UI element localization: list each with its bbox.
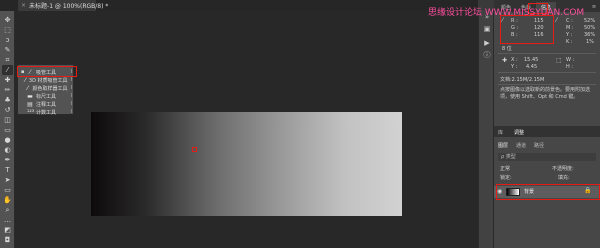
healing-brush-tool-icon[interactable]: ✚ (2, 75, 13, 85)
edit-toolbar-icon[interactable]: … (2, 215, 13, 225)
info-y-coord-value: 4.45 (526, 64, 538, 70)
color-sample-marker (192, 147, 197, 152)
clone-stamp-tool-icon[interactable]: ♣ (2, 95, 13, 105)
flyout-shortcut: I (70, 77, 72, 83)
flyout-item-label: 3D 材质吸管工具 (28, 77, 68, 84)
opacity-label: 不透明度: (552, 166, 574, 172)
info-panel-icon[interactable]: ⓘ (482, 51, 492, 60)
info-y-value: 36% (584, 32, 596, 38)
type-tool-icon[interactable]: T (2, 165, 13, 175)
tab-adjustments[interactable]: 调整 (514, 127, 524, 137)
info-w-label: W : (566, 57, 575, 63)
dodge-tool-icon[interactable]: ◐ (2, 145, 13, 155)
tab-channels[interactable]: 通道 (516, 140, 526, 150)
path-select-tool-icon[interactable]: ➤ (2, 175, 13, 185)
document-tab-title: 未标题-1 @ 100%(RGB/8) * (29, 3, 109, 10)
tab-paths[interactable]: 路径 (534, 140, 544, 150)
gradient-canvas[interactable] (91, 112, 402, 216)
crop-tool-icon[interactable]: ⌗ (2, 55, 13, 65)
eyedropper-highlight-box (17, 66, 77, 77)
color-swatch-icon[interactable]: ◩ (2, 225, 13, 235)
flyout-item[interactable]: ▤ 注释工具 I (18, 100, 74, 108)
properties-panel-icon[interactable]: ▶ (482, 39, 492, 48)
layer-panel-tabs: 图层 通道 路径 (494, 140, 600, 150)
tools-toolbar: ✥ ⬚ ↄ ✎ ⌗ ⁄ ✚ ✏ ♣ ↺ ◫ ▭ ● ◐ ✒ T ➤ ▭ ✋ ⌕… ◩ ◘ (0, 11, 15, 248)
info-y-coord-label: Y : (511, 64, 518, 70)
flyout-item[interactable]: ¹²³ 计数工具 I (18, 108, 74, 116)
info-x-value: 15.45 (524, 57, 539, 63)
tool-hint-text: 点按图像以选取新的前景色。要用附加选项，使用 Shift、Opt 和 Cmd 键… (500, 87, 591, 100)
site-watermark: 思缘设计论坛 WWW.MISSYUAN.COM (428, 8, 585, 18)
flyout-tool-icon: ▬ (27, 92, 33, 100)
flyout-shortcut: I (70, 101, 72, 107)
info-k-value: 1% (586, 39, 594, 45)
flyout-tool-icon: ⁄ (27, 84, 29, 92)
lasso-tool-icon[interactable]: ↄ (2, 35, 13, 45)
info-k-label: K : (566, 39, 573, 45)
layer-filter-label[interactable]: ρ 类型 (501, 153, 516, 161)
library-tabs: 库 调整 (494, 126, 600, 137)
quick-mask-icon[interactable]: ◘ (2, 235, 13, 245)
selection-size-icon: ⬚ (556, 57, 562, 64)
flyout-tool-icon: ⁄ (24, 76, 26, 84)
shape-tool-icon[interactable]: ▭ (2, 185, 13, 195)
zoom-tool-icon[interactable]: ⌕ (2, 205, 13, 215)
pen-tool-icon[interactable]: ✒ (2, 155, 13, 165)
blur-tool-icon[interactable]: ● (2, 135, 13, 145)
cmyk-eyedropper-icon: ⁄ (556, 17, 558, 24)
brush-tool-icon[interactable]: ✏ (2, 85, 13, 95)
fill-label: 填充: (558, 175, 570, 181)
doc-size-readout: 文档:2.15M/2.15M (500, 77, 545, 83)
flyout-item[interactable]: ⁄ 颜色取样器工具 I (18, 84, 74, 92)
move-tool-icon[interactable]: ✥ (2, 15, 13, 25)
info-y-label: Y : (566, 32, 573, 38)
info-m-value: 50% (584, 25, 596, 31)
rgb-readout-highlight (500, 15, 554, 44)
collapsed-panel-strip: » ▣ ▶ ⓘ (478, 11, 494, 248)
document-tab-bar: × 未标题-1 @ 100%(RGB/8) * (0, 0, 478, 11)
info-c-label: C : (566, 18, 573, 24)
flyout-item-label: 计数工具 (36, 109, 57, 116)
info-m-label: M : (566, 25, 574, 31)
blend-mode-select[interactable]: 正常 (500, 165, 510, 172)
crosshair-icon: ✚ (502, 57, 508, 64)
panel-menu-icon[interactable]: ≡ (590, 2, 598, 12)
gradient-tool-icon[interactable]: ▭ (2, 125, 13, 135)
tab-layers[interactable]: 图层 (498, 140, 508, 150)
info-divider (498, 53, 596, 54)
info-h-label: H : (566, 64, 574, 70)
info-bit-depth: 8 位 (502, 46, 512, 52)
flyout-shortcut: I (70, 93, 72, 99)
info-c-value: 52% (584, 18, 596, 24)
flyout-tool-icon: ¹²³ (27, 108, 35, 116)
marquee-tool-icon[interactable]: ⬚ (2, 25, 13, 35)
hand-tool-icon[interactable]: ✋ (2, 195, 13, 205)
flyout-item[interactable]: ▬ 标尺工具 I (18, 92, 74, 100)
flyout-shortcut: I (70, 85, 72, 91)
history-panel-icon[interactable]: ▣ (482, 25, 492, 34)
document-tab[interactable]: × 未标题-1 @ 100%(RGB/8) * (18, 0, 108, 11)
flyout-item[interactable]: ⁄ 3D 材质吸管工具 I (18, 76, 74, 84)
layer-filter-row[interactable]: ρ 类型 (498, 153, 596, 161)
flyout-item-label: 注释工具 (36, 101, 57, 108)
eyedropper-tool-icon[interactable]: ⁄ (2, 65, 13, 75)
flyout-item-label: 颜色取样器工具 (32, 85, 68, 92)
layer-highlight-box (496, 184, 600, 200)
lock-label: 锁定: (500, 175, 512, 181)
flyout-shortcut: I (70, 109, 72, 115)
flyout-item-label: 标尺工具 (36, 93, 57, 100)
quick-select-tool-icon[interactable]: ✎ (2, 45, 13, 55)
eraser-tool-icon[interactable]: ◫ (2, 115, 13, 125)
info-x-label: X : (511, 57, 518, 63)
history-brush-tool-icon[interactable]: ↺ (2, 105, 13, 115)
flyout-tool-icon: ▤ (27, 100, 33, 108)
info-divider-2 (498, 72, 596, 73)
info-divider-3 (498, 84, 596, 85)
tab-libraries[interactable]: 库 (498, 127, 503, 137)
close-tab-icon[interactable]: × (21, 2, 26, 9)
